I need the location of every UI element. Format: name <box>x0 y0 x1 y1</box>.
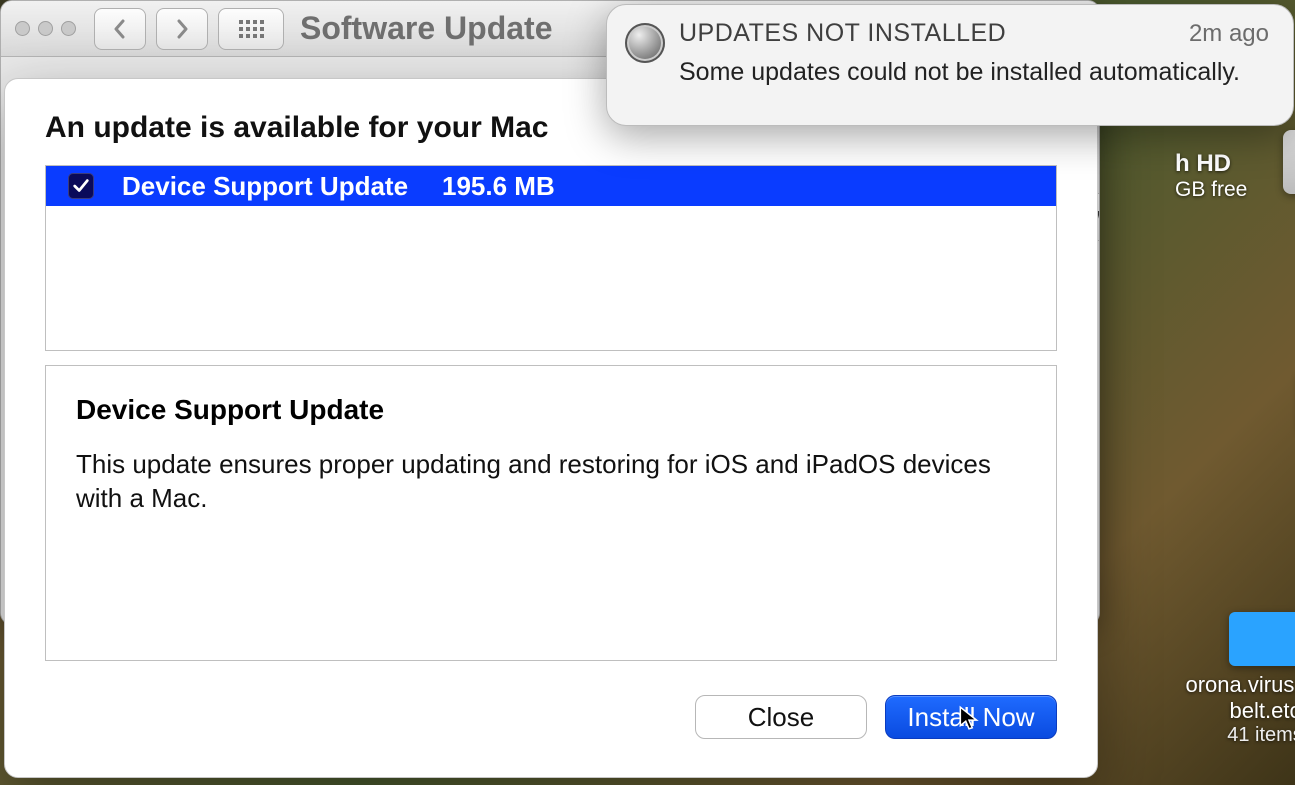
minimize-window-icon[interactable] <box>38 21 53 36</box>
desktop-file-sub: ems <box>1235 464 1295 487</box>
updates-sheet: An update is available for your Mac Devi… <box>4 78 1098 778</box>
desktop-folder-count: 41 items <box>1135 724 1295 747</box>
notification-timestamp: 2m ago <box>1189 20 1269 48</box>
desktop-file-1[interactable]: ts.etc ems <box>1235 372 1295 487</box>
window-title: Software Update <box>300 10 552 47</box>
system-preferences-icon <box>625 23 665 63</box>
notification-banner[interactable]: UPDATES NOT INSTALLED 2m ago Some update… <box>606 4 1294 126</box>
close-button[interactable]: Close <box>695 695 867 739</box>
notification-message: Some updates could not be installed auto… <box>679 58 1269 87</box>
update-name: Device Support Update <box>122 171 442 202</box>
desktop-folder-label-2: belt.etc <box>1135 698 1295 724</box>
forward-button[interactable] <box>156 8 208 50</box>
notification-title: UPDATES NOT INSTALLED <box>679 19 1006 48</box>
grid-icon <box>239 20 264 38</box>
close-button-label: Close <box>748 702 814 733</box>
close-window-icon[interactable] <box>15 21 30 36</box>
install-now-button[interactable]: Install Now <box>885 695 1057 739</box>
chevron-right-icon <box>174 19 190 39</box>
sheet-button-row: Close Install Now <box>45 695 1057 739</box>
check-icon <box>72 177 90 195</box>
updates-list[interactable]: Device Support Update 195.6 MB <box>45 165 1057 351</box>
update-detail-body: This update ensures proper updating and … <box>76 448 1016 516</box>
window-traffic-lights[interactable] <box>15 21 76 36</box>
update-detail-title: Device Support Update <box>76 394 1026 426</box>
install-now-label: Install Now <box>907 702 1034 733</box>
update-size: 195.6 MB <box>442 171 555 202</box>
update-checkbox[interactable] <box>68 173 94 199</box>
show-all-button[interactable] <box>218 8 284 50</box>
chevron-left-icon <box>112 19 128 39</box>
update-description: Device Support Update This update ensure… <box>45 365 1057 661</box>
back-button[interactable] <box>94 8 146 50</box>
desktop-file-label: ts.etc <box>1235 438 1295 464</box>
update-row[interactable]: Device Support Update 195.6 MB <box>46 166 1056 206</box>
desktop-drive-label: h HD GB free <box>1175 150 1295 202</box>
zoom-window-icon[interactable] <box>61 21 76 36</box>
folder-icon <box>1229 612 1295 666</box>
desktop-folder-label-1: orona.virus.gree <box>1135 672 1295 698</box>
desktop-folder[interactable]: orona.virus.gree belt.etc 41 items <box>1135 612 1295 747</box>
